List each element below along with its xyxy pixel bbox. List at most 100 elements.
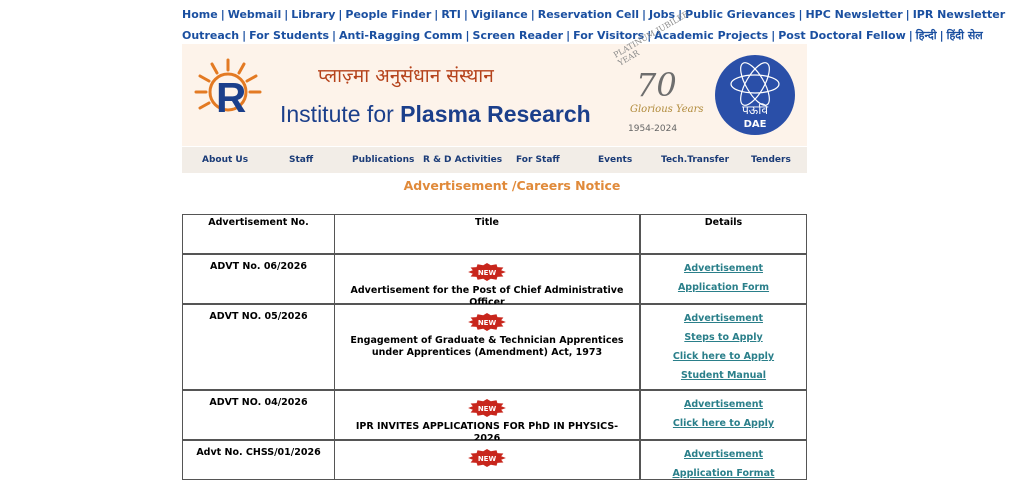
detail-link-click-here-to-apply[interactable]: Click here to Apply — [641, 418, 806, 429]
dae-hindi-text: पऊवि — [742, 103, 768, 117]
advt-number: ADVT NO. 04/2026 — [209, 397, 308, 408]
platinum-jubilee-emblem: PLATINUM JUBILEE YEAR 70 Glorious Years … — [610, 10, 704, 142]
top-link-reservation-cell[interactable]: Reservation Cell — [538, 8, 639, 21]
top-links: Home | Webmail | Library | People Finder | RTI | V… — [182, 4, 1005, 46]
detail-link-advertisement[interactable]: Advertisement — [641, 263, 806, 274]
link-separator: | — [798, 8, 803, 21]
advt-number: ADVT NO. 05/2026 — [209, 311, 308, 322]
top-link-anti-ragging-comm[interactable]: Anti-Ragging Comm — [339, 29, 462, 42]
top-link-hindi-7[interactable]: हिन्दी — [916, 29, 937, 42]
advt-title-wrap: NEW IPR INVITES APPLICATIONS FOR PhD IN P… — [335, 399, 639, 445]
advt-details-cell: Advertisement Application Form — [640, 254, 807, 304]
detail-link-application-format[interactable]: Application Format — [641, 468, 806, 479]
advt-number-cell: ADVT NO. 04/2026 — [182, 390, 335, 440]
detail-link-student-manual[interactable]: Student Manual — [641, 370, 806, 381]
advt-title: Engagement of Graduate & Technician Appr… — [350, 335, 624, 358]
top-link-rti[interactable]: RTI — [441, 8, 461, 21]
advt-details-cell: Advertisement Application Format — [640, 440, 807, 480]
nav-r-d-activities[interactable]: R & D Activities — [423, 155, 502, 165]
new-badge-label: NEW — [478, 319, 497, 327]
nav-publications[interactable]: Publications — [352, 155, 414, 165]
ipr-logo-icon[interactable]: R — [192, 56, 264, 128]
top-link-ipr-newsletter[interactable]: IPR Newsletter — [913, 8, 1005, 21]
detail-link-application-form[interactable]: Application Form — [641, 282, 806, 293]
detail-link-steps-to-apply[interactable]: Steps to Apply — [641, 332, 806, 343]
details-links: Advertisement Click here to Apply — [641, 399, 806, 437]
link-separator: | — [908, 29, 913, 42]
table-header-cell: Advertisement No. — [182, 214, 335, 254]
svg-text:R: R — [216, 74, 246, 121]
link-separator: | — [284, 8, 289, 21]
link-separator: | — [242, 29, 247, 42]
new-badge-label: NEW — [478, 405, 497, 413]
link-separator: | — [939, 29, 944, 42]
detail-link-advertisement[interactable]: Advertisement — [641, 313, 806, 324]
top-link-hindi-8[interactable]: हिंदी सेल — [947, 29, 983, 42]
dae-text: DAE — [744, 119, 767, 130]
top-links-row-2: Outreach | For Students | Anti-Ragging Comm |… — [182, 25, 983, 46]
top-link-hpc-newsletter[interactable]: HPC Newsletter — [805, 8, 902, 21]
nav-staff[interactable]: Staff — [289, 155, 313, 165]
link-separator: | — [434, 8, 439, 21]
link-separator: | — [220, 8, 225, 21]
advt-title-cell: NEW Advertisement for the Post of Chief A… — [334, 254, 640, 308]
advt-details-cell: Advertisement Steps to Apply Click here to… — [640, 304, 807, 390]
top-link-webmail[interactable]: Webmail — [228, 8, 282, 21]
detail-link-advertisement[interactable]: Advertisement — [641, 449, 806, 460]
column-header: Advertisement No. — [208, 217, 309, 228]
top-link-public-grievances[interactable]: Public Grievances — [685, 8, 795, 21]
new-badge-label: NEW — [478, 455, 497, 463]
jubilee-number: 70 — [636, 66, 677, 104]
link-separator: | — [338, 8, 343, 21]
top-link-for-students[interactable]: For Students — [249, 29, 329, 42]
page-title: Advertisement /Careers Notice — [403, 178, 621, 193]
top-link-vigilance[interactable]: Vigilance — [471, 8, 528, 21]
advt-title-cell: NEW Engagement of Graduate & Technician A… — [334, 304, 640, 390]
new-badge-icon: NEW — [468, 399, 506, 417]
top-link-home[interactable]: Home — [182, 8, 218, 21]
advt-number: ADVT No. 06/2026 — [210, 261, 307, 272]
column-header: Details — [704, 217, 743, 228]
details-links: Advertisement Steps to Apply Click here to… — [641, 313, 806, 389]
top-link-library[interactable]: Library — [291, 8, 335, 21]
advt-details-cell: Advertisement Click here to Apply — [640, 390, 807, 440]
table-header-cell: Title — [334, 214, 640, 254]
new-badge-icon: NEW — [468, 449, 506, 467]
new-badge-label: NEW — [478, 269, 497, 277]
top-links-row-1: Home | Webmail | Library | People Finder | RTI | V… — [182, 4, 1005, 25]
table-header-cell: Details — [640, 214, 807, 254]
jubilee-tagline: Glorious Years — [630, 104, 704, 115]
nav-for-staff[interactable]: For Staff — [516, 155, 560, 165]
link-separator: | — [905, 8, 910, 21]
link-separator: | — [332, 29, 337, 42]
link-separator: | — [642, 8, 647, 21]
column-header: Title — [475, 217, 499, 228]
advt-number: Advt No. CHSS/01/2026 — [196, 447, 321, 458]
nav-tenders[interactable]: Tenders — [751, 155, 791, 165]
advt-number-cell: ADVT NO. 05/2026 — [182, 304, 335, 390]
details-links: Advertisement Application Form — [641, 263, 806, 301]
advt-title-cell: NEW IPR INVITES APPLICATIONS FOR PhD IN P… — [334, 390, 640, 444]
nav-events[interactable]: Events — [598, 155, 632, 165]
institute-name: Institute for Plasma Research — [280, 101, 591, 127]
detail-link-click-here-to-apply[interactable]: Click here to Apply — [641, 351, 806, 362]
top-link-people-finder[interactable]: People Finder — [345, 8, 431, 21]
link-separator: | — [463, 8, 468, 21]
details-links: Advertisement Application Format — [641, 449, 806, 487]
detail-link-advertisement[interactable]: Advertisement — [641, 399, 806, 410]
new-badge-icon: NEW — [468, 263, 506, 281]
nav-tech-transfer[interactable]: Tech.Transfer — [661, 155, 729, 165]
advt-title-wrap: NEW Engagement of Graduate & Technician A… — [335, 313, 639, 359]
nav-about-us[interactable]: About Us — [202, 155, 248, 165]
top-link-screen-reader[interactable]: Screen Reader — [473, 29, 564, 42]
dae-logo-icon: पऊवि DAE — [715, 55, 795, 135]
link-separator: | — [771, 29, 776, 42]
link-separator: | — [465, 29, 470, 42]
new-badge-icon: NEW — [468, 313, 506, 331]
jubilee-years: 1954-2024 — [628, 124, 678, 134]
advt-title-cell: NEW — [334, 440, 640, 480]
advt-number-cell: ADVT No. 06/2026 — [182, 254, 335, 304]
top-link-post-doctoral-fellow[interactable]: Post Doctoral Fellow — [778, 29, 906, 42]
top-link-outreach[interactable]: Outreach — [182, 29, 239, 42]
header-banner: R प्लाज़्मा अनुसंधान संस्थान Institute f… — [182, 10, 807, 146]
